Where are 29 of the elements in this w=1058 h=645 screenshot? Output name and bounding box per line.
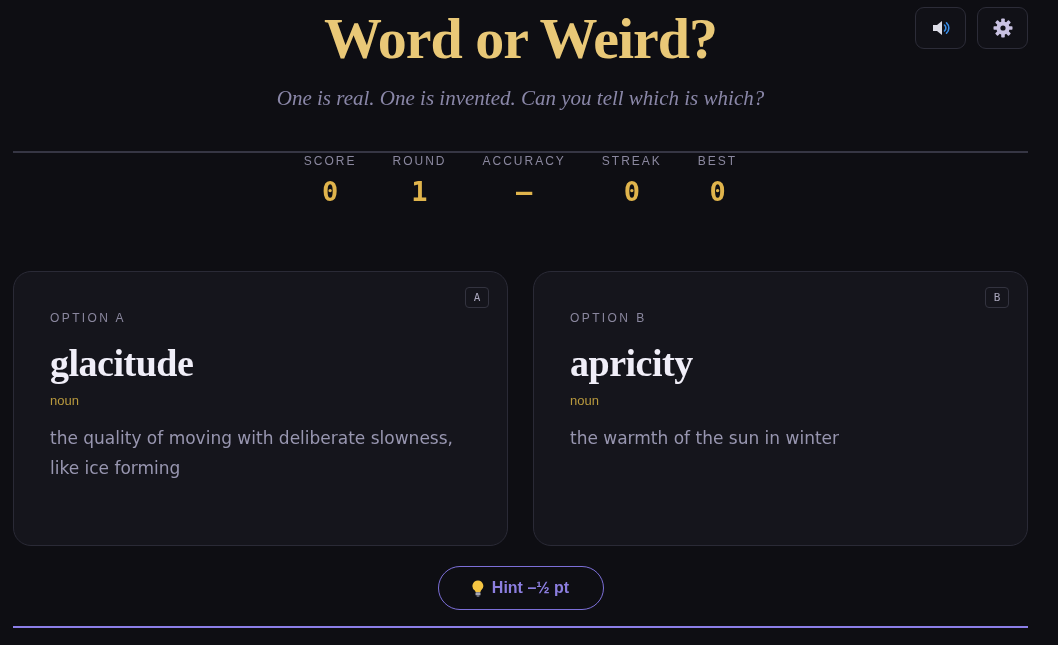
option-word: apricity bbox=[570, 341, 693, 385]
stat-value: 0 bbox=[709, 176, 726, 208]
definition: the quality of moving with deliberate slowness, like ice forming bbox=[50, 427, 454, 480]
settings-button[interactable] bbox=[977, 7, 1028, 49]
stat-label: ROUND bbox=[392, 154, 447, 168]
key-hint: A bbox=[465, 287, 489, 308]
key-hint: B bbox=[985, 287, 1009, 308]
stat-label: BEST bbox=[697, 154, 738, 168]
part-of-speech: noun bbox=[570, 393, 599, 409]
speaker-icon bbox=[930, 18, 951, 38]
stat-value: 0 bbox=[322, 176, 339, 208]
option-word: glacitude bbox=[50, 341, 194, 385]
light-bulb-icon bbox=[471, 579, 484, 597]
stat-value: 0 bbox=[623, 176, 640, 208]
stat-label: STREAK bbox=[601, 154, 662, 168]
sound-button[interactable] bbox=[915, 7, 966, 49]
stat-value: — bbox=[516, 176, 533, 208]
option-label: OPTION A bbox=[50, 311, 126, 325]
definition: the warmth of the sun in winter bbox=[570, 427, 840, 450]
settings-icon bbox=[992, 18, 1013, 38]
option-card[interactable]: B OPTION B apricity noun the warmth of the sun in winter bbox=[533, 271, 1028, 546]
stat-value: 1 bbox=[411, 176, 428, 208]
part-of-speech: noun bbox=[50, 393, 79, 409]
option-card[interactable]: A OPTION A glacitude noun the quality of moving with deliberate slowness, like ice forming bbox=[13, 271, 508, 546]
stat-label: ACCURACY bbox=[482, 154, 566, 168]
stat-label: SCORE bbox=[303, 154, 357, 168]
app-title: Word or Weird? bbox=[323, 7, 718, 71]
option-label: OPTION B bbox=[570, 311, 647, 325]
subtitle: One is real. One is invented. Can you tell which is which? bbox=[276, 85, 765, 111]
